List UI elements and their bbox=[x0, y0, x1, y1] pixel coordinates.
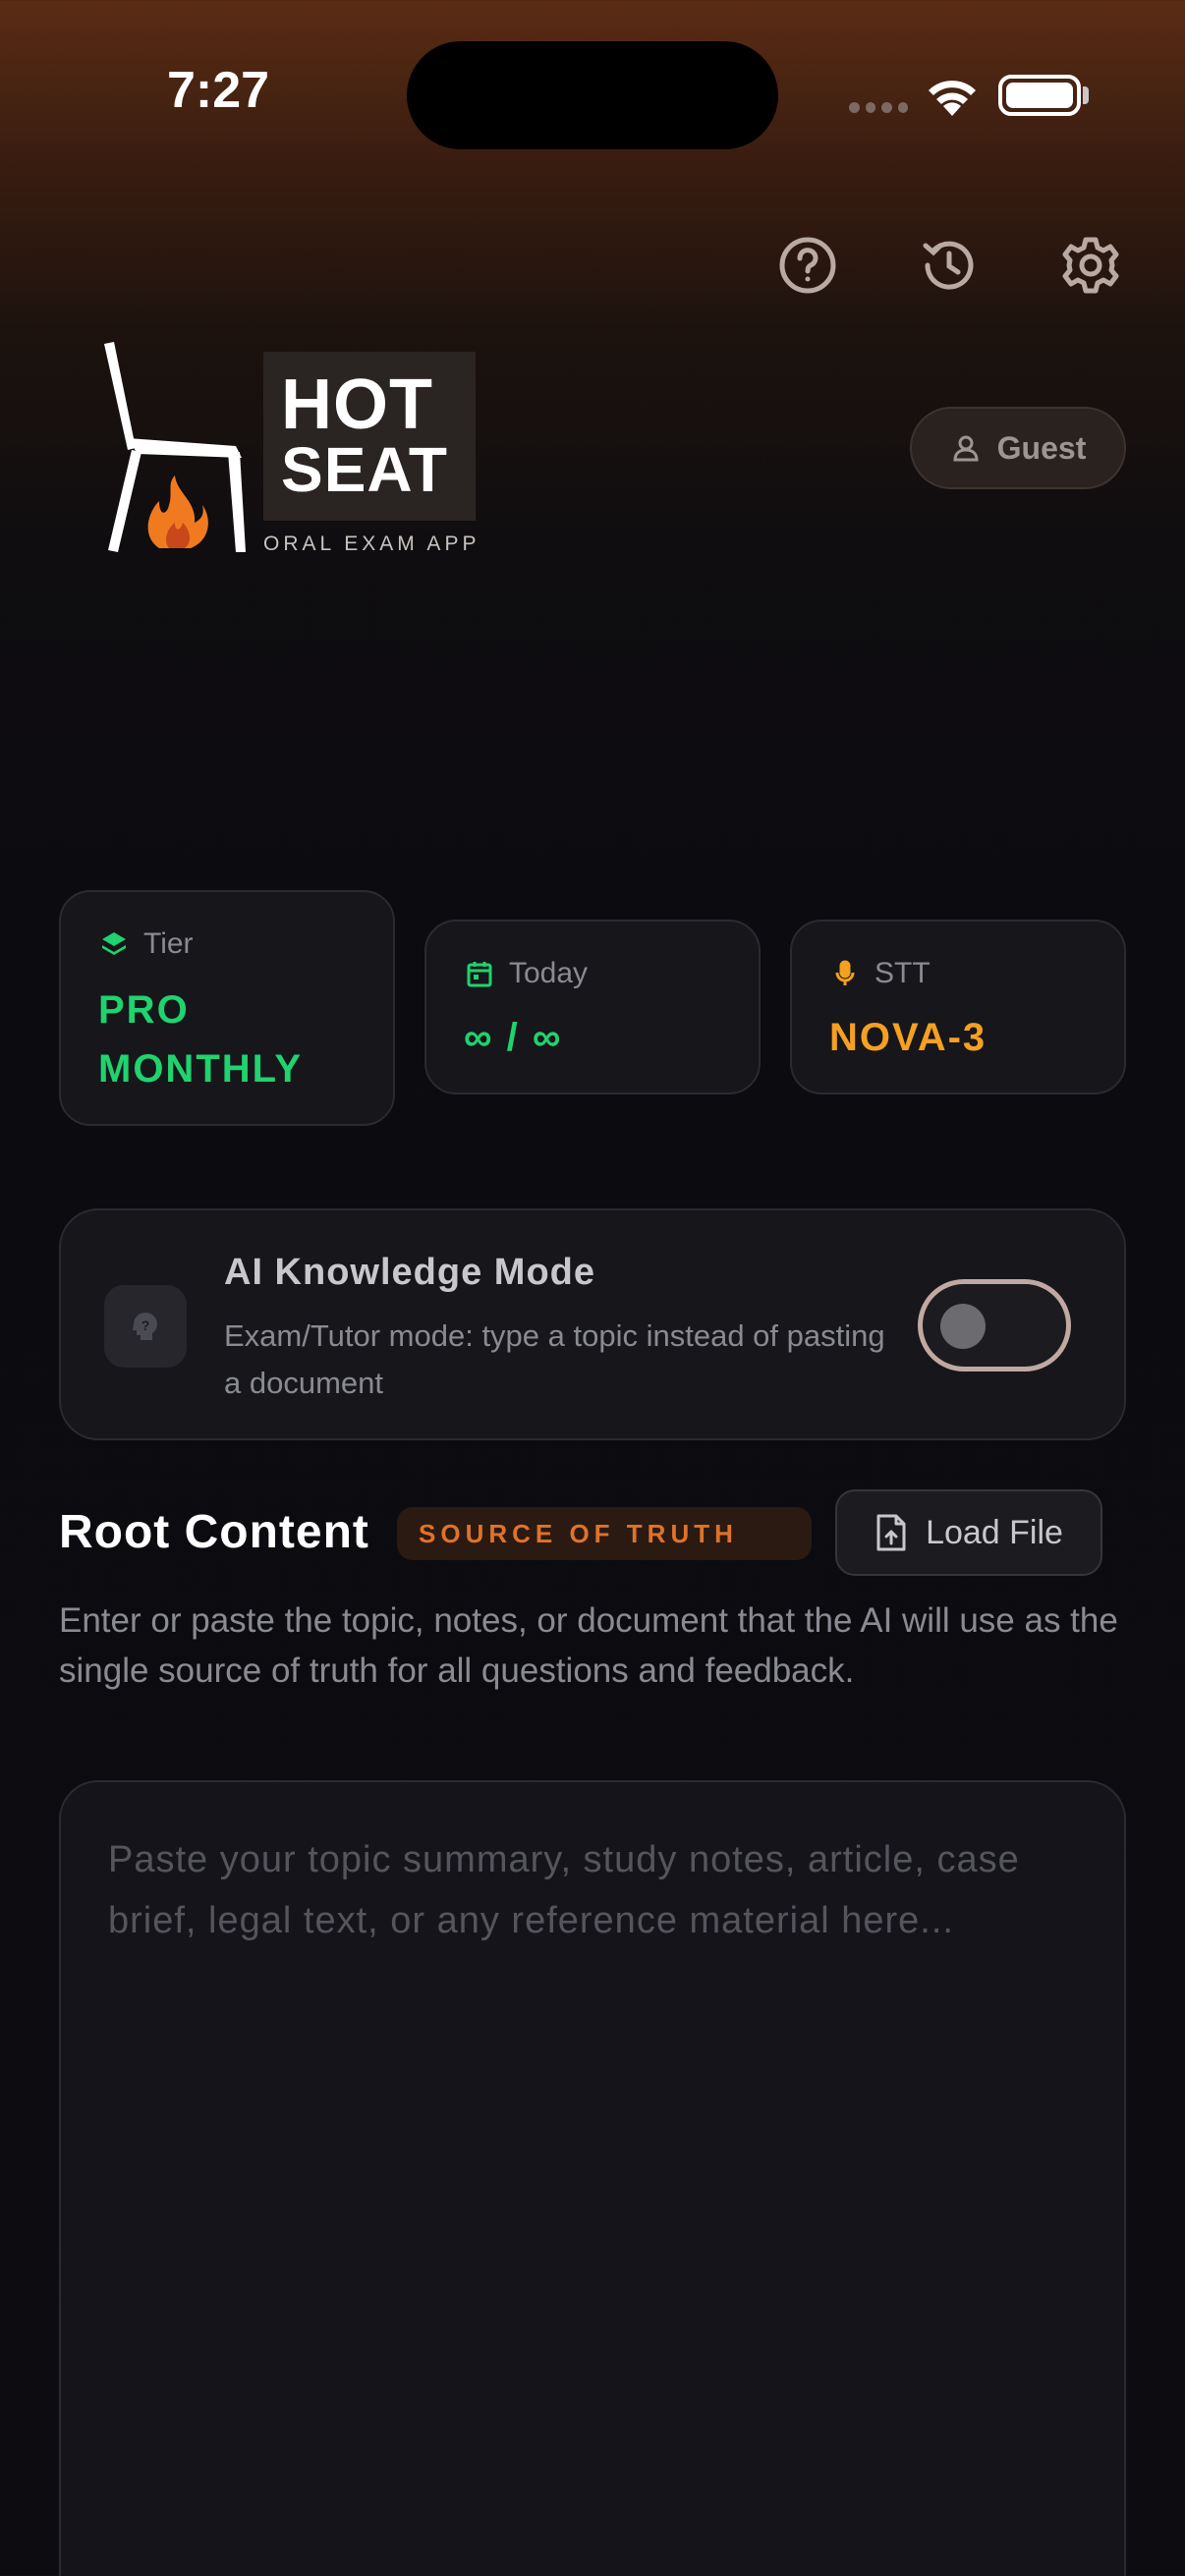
source-of-truth-badge: SOURCE OF TRUTH bbox=[397, 1507, 812, 1560]
ai-knowledge-mode-card: ? AI Knowledge Mode Exam/Tutor mode: typ… bbox=[59, 1208, 1126, 1440]
cellular-signal-icon bbox=[849, 102, 908, 114]
guest-account-button[interactable]: Guest bbox=[910, 407, 1126, 489]
settings-gear-icon[interactable] bbox=[1059, 234, 1122, 297]
chair-flame-icon bbox=[104, 342, 246, 552]
today-value: ∞ / ∞ bbox=[464, 1016, 563, 1059]
stt-card: STT NOVA-3 bbox=[790, 920, 1126, 1094]
app-logo: HOT SEAT ORAL EXAM APP bbox=[98, 340, 491, 556]
microphone-icon bbox=[835, 960, 855, 985]
root-content-description: Enter or paste the topic, notes, or docu… bbox=[59, 1601, 1118, 1690]
tier-label: Tier bbox=[143, 927, 194, 960]
today-card: Today ∞ / ∞ bbox=[424, 920, 761, 1094]
user-icon bbox=[953, 435, 979, 462]
status-time: 7:27 bbox=[167, 62, 270, 119]
dynamic-island bbox=[407, 41, 778, 149]
tier-card: Tier PRO MONTHLY bbox=[59, 890, 395, 1126]
logo-tagline: ORAL EXAM APP bbox=[263, 532, 480, 555]
toggle-knob bbox=[940, 1304, 986, 1349]
wifi-icon bbox=[926, 73, 979, 116]
logo-seat-text: SEAT bbox=[281, 434, 448, 505]
ai-mode-description: Exam/Tutor mode: type a topic instead of… bbox=[224, 1318, 885, 1400]
today-label: Today bbox=[509, 957, 589, 989]
calendar-icon bbox=[467, 962, 492, 987]
load-file-label: Load File bbox=[926, 1513, 1063, 1551]
file-upload-icon bbox=[876, 1514, 906, 1551]
guest-label: Guest bbox=[996, 429, 1087, 466]
root-content-title: Root Content bbox=[59, 1506, 369, 1558]
battery-icon bbox=[998, 75, 1081, 116]
help-icon[interactable] bbox=[776, 234, 839, 297]
layers-icon bbox=[102, 932, 126, 955]
svg-text:?: ? bbox=[141, 1317, 150, 1333]
root-content-editor bbox=[59, 1780, 1126, 2576]
tier-value-line1: PRO bbox=[98, 988, 190, 1032]
stt-label: STT bbox=[875, 957, 931, 989]
load-file-button[interactable]: Load File bbox=[835, 1489, 1102, 1576]
brain-question-icon: ? bbox=[104, 1285, 187, 1368]
tier-value-line2: MONTHLY bbox=[98, 1047, 304, 1091]
ai-mode-title: AI Knowledge Mode bbox=[224, 1252, 595, 1293]
history-icon[interactable] bbox=[918, 234, 981, 297]
ai-mode-toggle[interactable] bbox=[918, 1279, 1071, 1372]
root-content-textarea[interactable] bbox=[108, 1829, 1081, 2576]
stt-value: NOVA-3 bbox=[829, 1016, 988, 1059]
logo-hot-text: HOT bbox=[281, 365, 433, 444]
